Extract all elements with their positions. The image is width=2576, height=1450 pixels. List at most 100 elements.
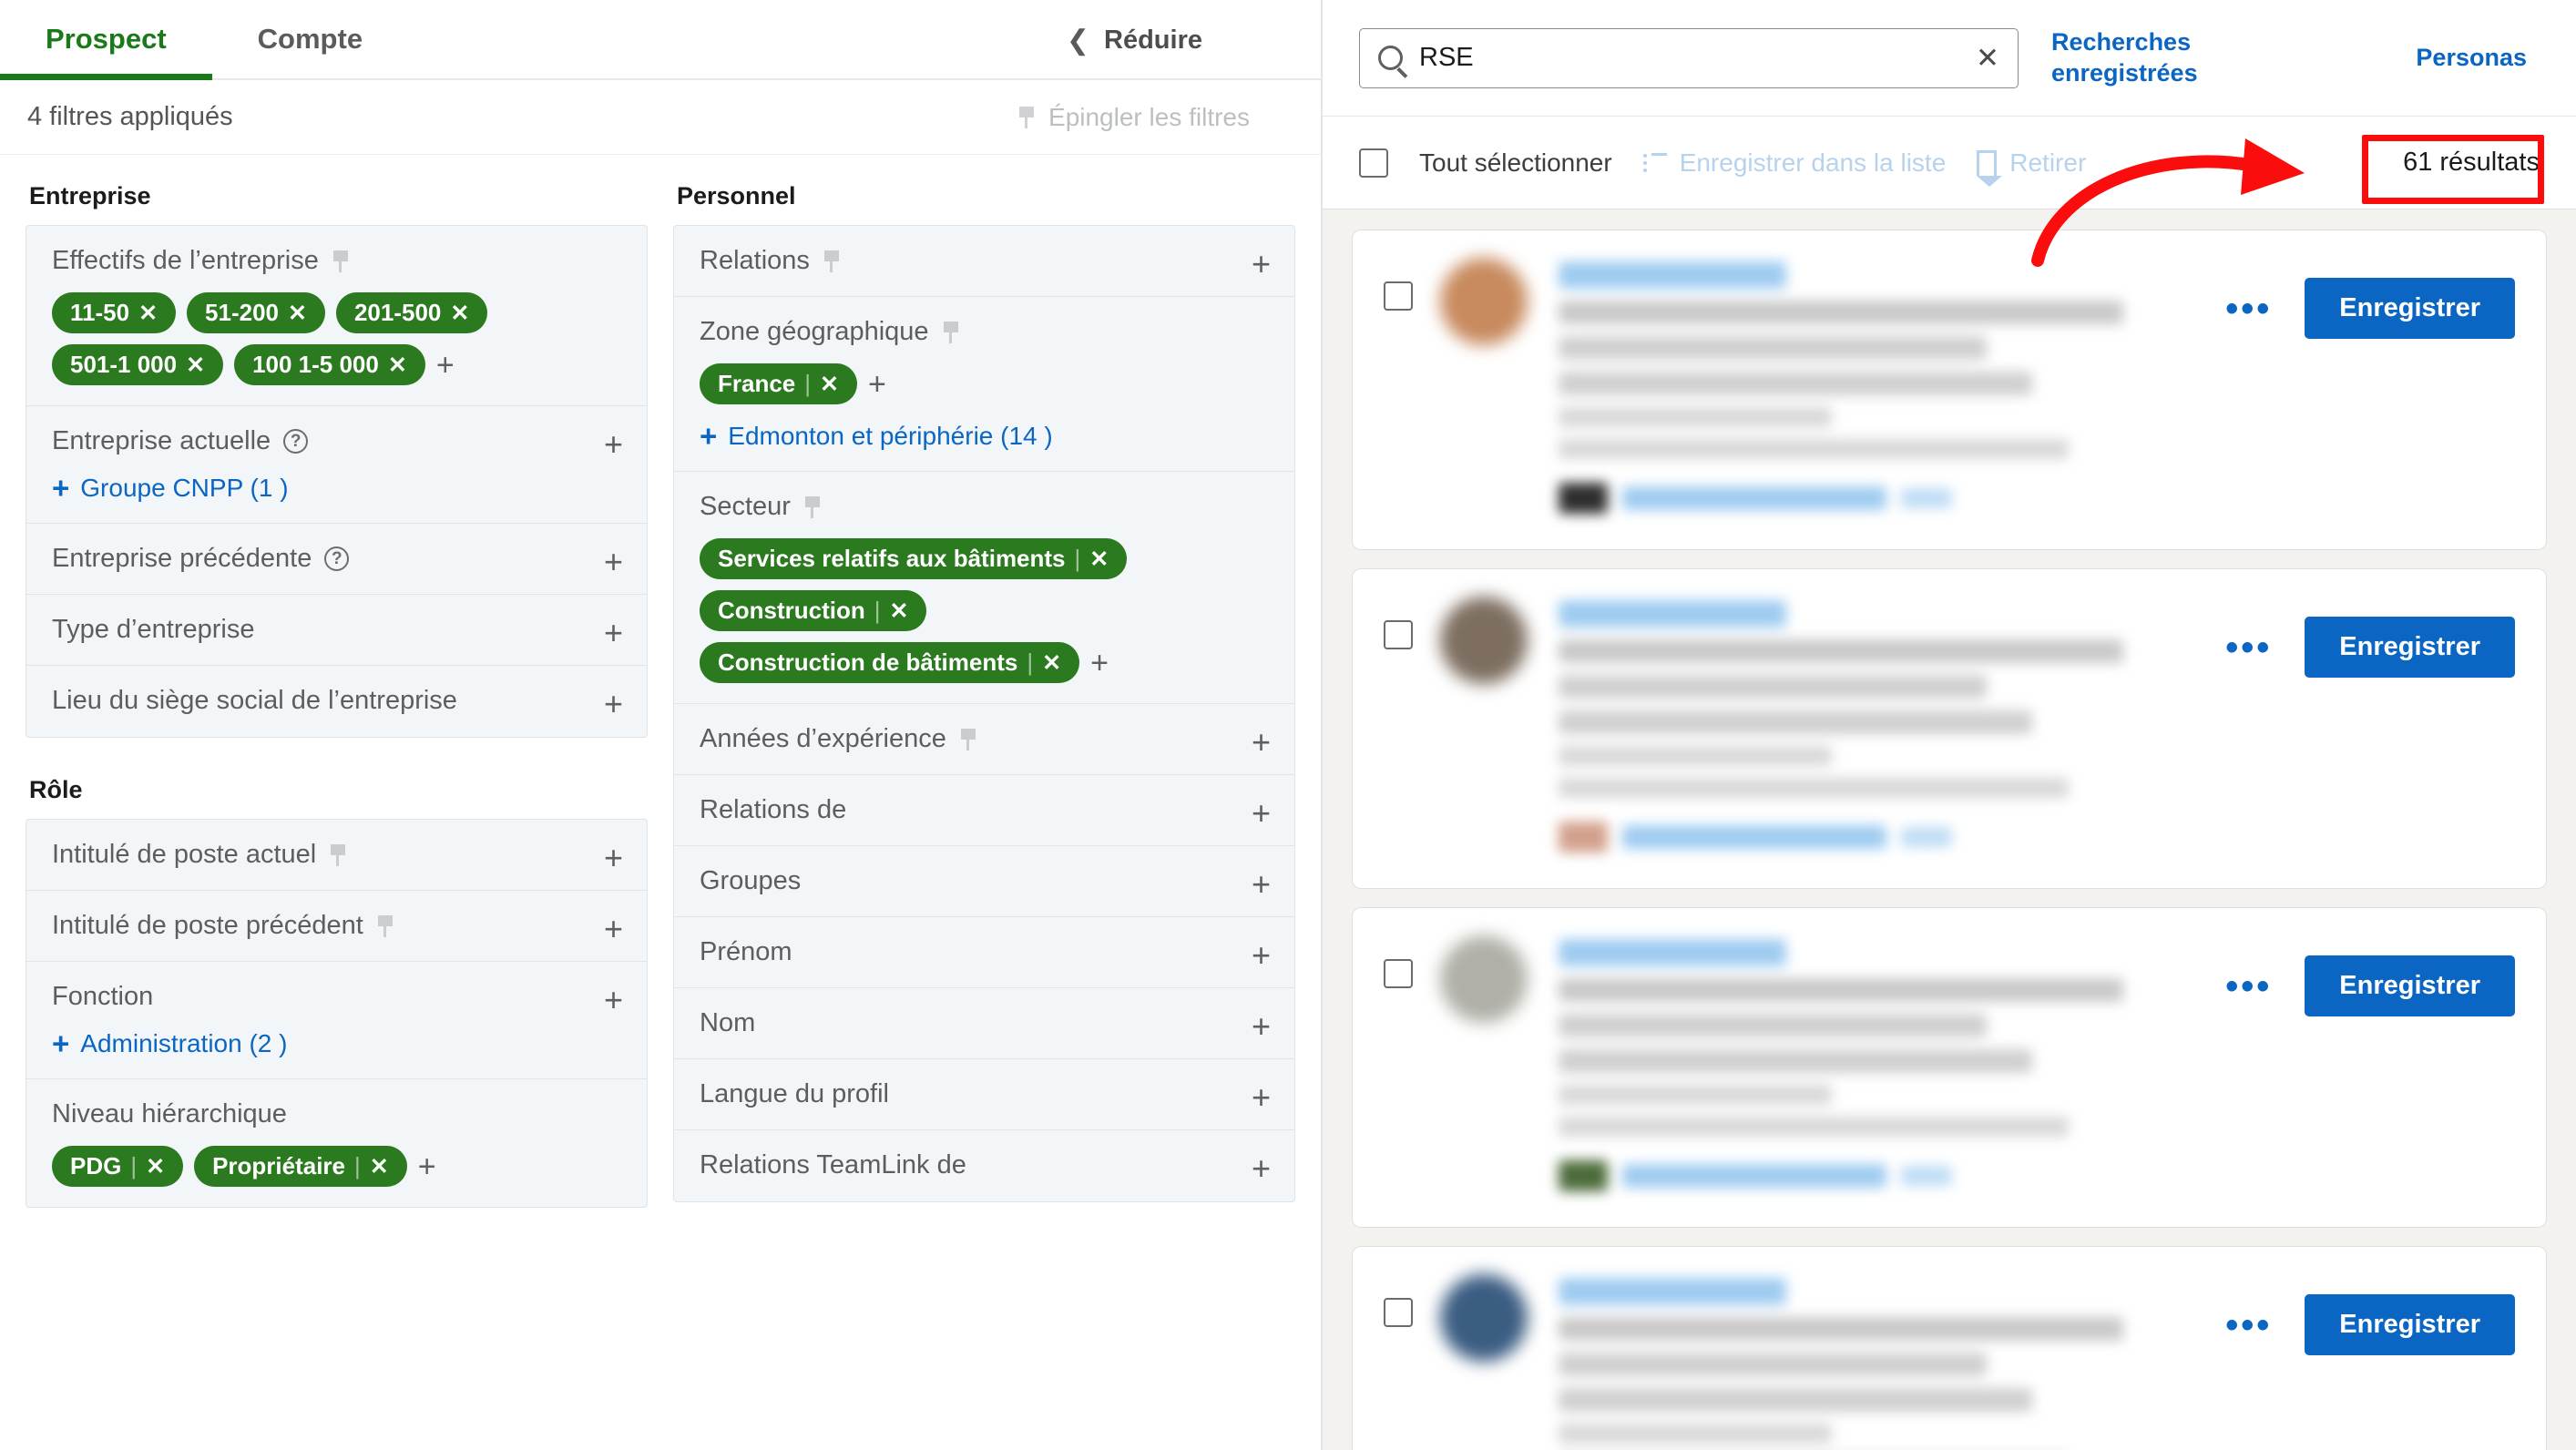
filter-row-nom-label: Nom	[700, 1008, 756, 1037]
filter-row-niveau-hierarchique[interactable]: Niveau hiérarchique PDG | ✕ Propriétaire | ✕…	[26, 1079, 647, 1207]
filter-card-entreprise: Effectifs de l’entreprise 11-50 ✕ 51-200 ✕…	[26, 225, 648, 738]
remove-icon[interactable]: ✕	[388, 352, 407, 379]
pin-icon	[376, 914, 394, 937]
filter-pill[interactable]: 11-50 ✕	[52, 292, 177, 333]
remove-icon[interactable]: ✕	[370, 1153, 389, 1180]
remove-icon[interactable]: ✕	[186, 352, 205, 379]
remove-icon[interactable]: ✕	[146, 1153, 165, 1180]
result-select-checkbox[interactable]	[1384, 1298, 1413, 1327]
filter-row-fonction[interactable]: Fonction + + Administration (2 )	[26, 962, 647, 1079]
filter-pill[interactable]: France | ✕	[700, 363, 857, 404]
filter-row-zone-geographique[interactable]: Zone géographique France | ✕ + + Edmonton …	[674, 297, 1294, 472]
filter-row-groupes[interactable]: Groupes +	[674, 846, 1294, 917]
clear-search-icon[interactable]: ✕	[1976, 42, 1999, 75]
add-annees-experience-button[interactable]: +	[1252, 726, 1271, 759]
result-details	[1559, 1274, 2225, 1450]
add-entreprise-precedente-button[interactable]: +	[604, 546, 623, 578]
remove-icon[interactable]: ✕	[820, 371, 839, 398]
personas-link[interactable]: Personas	[2416, 43, 2527, 74]
filter-link-edmonton[interactable]: + Edmonton et périphérie (14 )	[700, 421, 1053, 451]
filter-pill[interactable]: 51-200 ✕	[187, 292, 325, 333]
result-select-checkbox[interactable]	[1384, 959, 1413, 988]
result-card[interactable]: ••• Enregistrer	[1352, 230, 2547, 550]
remove-icon[interactable]: ✕	[288, 300, 307, 327]
group-title-entreprise: Entreprise	[29, 182, 151, 209]
remove-icon[interactable]: ✕	[1089, 546, 1109, 573]
filter-row-entreprise-precedente[interactable]: Entreprise précédente ? +	[26, 524, 647, 595]
filter-pill[interactable]: Services relatifs aux bâtiments | ✕	[700, 538, 1128, 579]
filter-row-nom[interactable]: Nom +	[674, 988, 1294, 1059]
add-effectifs-button[interactable]: +	[436, 350, 455, 381]
filter-link-administration[interactable]: + Administration (2 )	[52, 1028, 287, 1058]
filter-row-relations[interactable]: Relations +	[674, 226, 1294, 297]
filter-row-lieu-siege[interactable]: Lieu du siège social de l’entreprise +	[26, 666, 647, 737]
result-card[interactable]: ••• Enregistrer	[1352, 907, 2547, 1228]
filter-row-relations-de[interactable]: Relations de +	[674, 775, 1294, 846]
filter-pill[interactable]: 100 1-5 000 ✕	[234, 344, 425, 385]
help-icon[interactable]: ?	[324, 546, 350, 571]
add-niveau-button[interactable]: +	[418, 1151, 436, 1182]
remove-icon[interactable]: ✕	[450, 300, 469, 327]
search-input[interactable]: RSE ✕	[1359, 27, 2019, 88]
filter-pill[interactable]: Construction | ✕	[700, 590, 927, 631]
save-button[interactable]: Enregistrer	[2305, 278, 2515, 339]
remove-icon[interactable]: ✕	[1042, 649, 1061, 677]
result-card[interactable]: ••• Enregistrer	[1352, 568, 2547, 889]
result-select-checkbox[interactable]	[1384, 620, 1413, 649]
pin-filters-button[interactable]: Épingler les filtres	[1017, 103, 1250, 132]
add-type-entreprise-button[interactable]: +	[604, 617, 623, 649]
add-intitule-precedent-button[interactable]: +	[604, 913, 623, 945]
remove-icon[interactable]: ✕	[138, 300, 158, 327]
filter-pill[interactable]: 201-500 ✕	[335, 292, 488, 333]
add-groupes-button[interactable]: +	[1252, 868, 1271, 901]
add-langue-profil-button[interactable]: +	[1252, 1081, 1271, 1114]
save-button[interactable]: Enregistrer	[2305, 617, 2515, 678]
pin-icon	[959, 728, 977, 751]
remove-button[interactable]: Retirer	[1977, 148, 2086, 187]
add-relations-de-button[interactable]: +	[1252, 797, 1271, 830]
filter-row-intitule-actuel[interactable]: Intitulé de poste actuel +	[26, 820, 647, 891]
add-prenom-button[interactable]: +	[1252, 939, 1271, 972]
filter-row-effectifs[interactable]: Effectifs de l’entreprise 11-50 ✕ 51-200 ✕…	[26, 226, 647, 406]
filter-row-annees-experience[interactable]: Années d’expérience +	[674, 704, 1294, 775]
add-entreprise-actuelle-button[interactable]: +	[604, 428, 623, 461]
save-button[interactable]: Enregistrer	[2305, 1294, 2515, 1355]
filter-row-intitule-precedent[interactable]: Intitulé de poste précédent +	[26, 891, 647, 962]
filter-row-prenom[interactable]: Prénom +	[674, 917, 1294, 988]
filter-pill[interactable]: Propriétaire | ✕	[194, 1146, 407, 1187]
help-icon[interactable]: ?	[283, 429, 309, 454]
filter-pill[interactable]: Construction de bâtiments | ✕	[700, 642, 1080, 683]
more-options-icon[interactable]: •••	[2225, 968, 2272, 1005]
filter-row-secteur[interactable]: Secteur Services relatifs aux bâtiments |…	[674, 472, 1294, 704]
add-relations-button[interactable]: +	[1252, 248, 1271, 281]
result-select-checkbox[interactable]	[1384, 281, 1413, 311]
filter-row-langue-profil[interactable]: Langue du profil +	[674, 1059, 1294, 1130]
more-options-icon[interactable]: •••	[2225, 291, 2272, 327]
filter-row-type-entreprise[interactable]: Type d’entreprise +	[26, 595, 647, 666]
collapse-filters-button[interactable]: ❮ Réduire	[1067, 0, 1202, 80]
select-all-label[interactable]: Tout sélectionner	[1419, 148, 1612, 178]
add-lieu-siege-button[interactable]: +	[604, 688, 623, 720]
add-relations-teamlink-button[interactable]: +	[1252, 1152, 1271, 1185]
save-to-list-button[interactable]: Enregistrer dans la liste	[1642, 148, 1946, 178]
add-nom-button[interactable]: +	[1252, 1010, 1271, 1043]
result-card[interactable]: ••• Enregistrer	[1352, 1246, 2547, 1450]
plus-icon: +	[52, 1026, 70, 1060]
more-options-icon[interactable]: •••	[2225, 629, 2272, 666]
filter-pill[interactable]: 501-1 000 ✕	[52, 344, 224, 385]
more-options-icon[interactable]: •••	[2225, 1307, 2272, 1343]
add-fonction-button[interactable]: +	[604, 984, 623, 1016]
filter-row-entreprise-actuelle[interactable]: Entreprise actuelle ? + + Groupe CNPP (1…	[26, 406, 647, 524]
save-button[interactable]: Enregistrer	[2305, 955, 2515, 1016]
filter-pill[interactable]: PDG | ✕	[52, 1146, 184, 1187]
add-intitule-actuel-button[interactable]: +	[604, 842, 623, 874]
filter-link-groupe-cnpp[interactable]: + Groupe CNPP (1 )	[52, 473, 289, 503]
tab-prospect[interactable]: Prospect	[0, 0, 212, 80]
tab-compte[interactable]: Compte	[212, 0, 408, 78]
remove-icon[interactable]: ✕	[890, 597, 909, 625]
select-all-checkbox[interactable]	[1359, 148, 1388, 178]
saved-searches-link[interactable]: Recherches enregistrées	[2051, 27, 2224, 89]
filter-row-relations-teamlink[interactable]: Relations TeamLink de +	[674, 1130, 1294, 1201]
add-zone-button[interactable]: +	[868, 369, 886, 400]
add-secteur-button[interactable]: +	[1090, 648, 1109, 679]
